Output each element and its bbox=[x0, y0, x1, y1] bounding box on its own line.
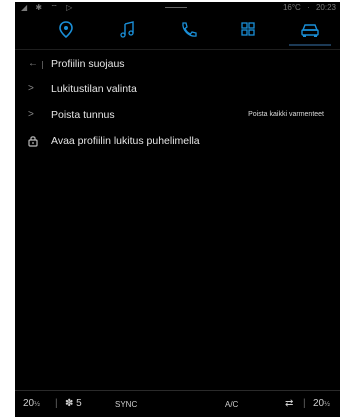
location-icon: ▷ bbox=[66, 3, 76, 12]
status-bar: ◢ ✱ ⌔ ▷ 16°C · 20:23 bbox=[15, 2, 340, 14]
list-item-label: Poista tunnus bbox=[51, 109, 115, 121]
list-item-remove-id[interactable]: > Poista tunnus Poista kaikki varmenteet bbox=[15, 105, 340, 125]
list-item-label: Avaa profiilin lukitus puhelimella bbox=[51, 135, 200, 147]
page-header: ← Profiilin suojaus bbox=[15, 54, 340, 74]
outside-temperature: 16°C bbox=[282, 3, 301, 12]
left-temperature[interactable]: 20½ bbox=[23, 398, 40, 409]
sync-button[interactable]: SYNC bbox=[115, 400, 137, 409]
wifi-icon: ⌔ bbox=[50, 3, 61, 12]
chevron-right-icon: > bbox=[28, 83, 34, 94]
back-arrow-icon[interactable]: ← bbox=[28, 58, 38, 69]
right-temp-unit: ½ bbox=[324, 401, 330, 408]
car-icon[interactable] bbox=[289, 20, 331, 46]
lock-icon bbox=[28, 135, 38, 150]
ac-button[interactable]: A/C bbox=[225, 400, 238, 409]
status-icons: ◢ ✱ ⌔ ▷ bbox=[21, 3, 75, 13]
grid-icon[interactable] bbox=[237, 20, 259, 40]
list-item-lock-mode[interactable]: > Lukitustilan valinta bbox=[15, 79, 340, 99]
divider-icon: | bbox=[303, 398, 306, 409]
chevron-right-icon: > bbox=[28, 109, 34, 120]
climate-bar: 20½ | ✽ 5 SYNC A/C ⇄ | 20½ bbox=[15, 390, 340, 417]
page-title: Profiilin suojaus bbox=[51, 58, 125, 70]
right-temp-value: 20 bbox=[313, 398, 325, 409]
list-item-unlock-with-phone[interactable]: Avaa profiilin lukitus puhelimella bbox=[15, 131, 340, 151]
divider-icon: | bbox=[55, 398, 58, 409]
bluetooth-icon: ✱ bbox=[35, 3, 46, 12]
nav-divider bbox=[15, 49, 340, 50]
map-pin-icon[interactable] bbox=[55, 20, 77, 40]
right-temperature[interactable]: 20½ bbox=[313, 398, 330, 409]
fan-level: 5 bbox=[76, 398, 82, 409]
seat-heat-icon[interactable]: ⇄ bbox=[285, 398, 293, 409]
status-handle[interactable] bbox=[165, 7, 187, 8]
music-note-icon[interactable] bbox=[117, 20, 139, 40]
left-temp-unit: ½ bbox=[34, 401, 40, 408]
top-nav bbox=[15, 16, 340, 48]
phone-icon[interactable] bbox=[177, 20, 199, 40]
status-separator: · bbox=[307, 3, 310, 12]
remove-all-certificates-button[interactable]: Poista kaikki varmenteet bbox=[248, 111, 324, 118]
signal-icon: ◢ bbox=[21, 3, 31, 12]
list-item-label: Lukitustilan valinta bbox=[51, 83, 137, 95]
left-temp-value: 20 bbox=[23, 398, 35, 409]
header-separator bbox=[42, 61, 43, 69]
clock: 20:23 bbox=[315, 3, 336, 12]
fan-speed[interactable]: ✽ 5 bbox=[65, 398, 82, 409]
infotainment-screen: ◢ ✱ ⌔ ▷ 16°C · 20:23 ← Profiilin suojaus… bbox=[15, 2, 340, 417]
fan-icon: ✽ bbox=[65, 398, 74, 409]
